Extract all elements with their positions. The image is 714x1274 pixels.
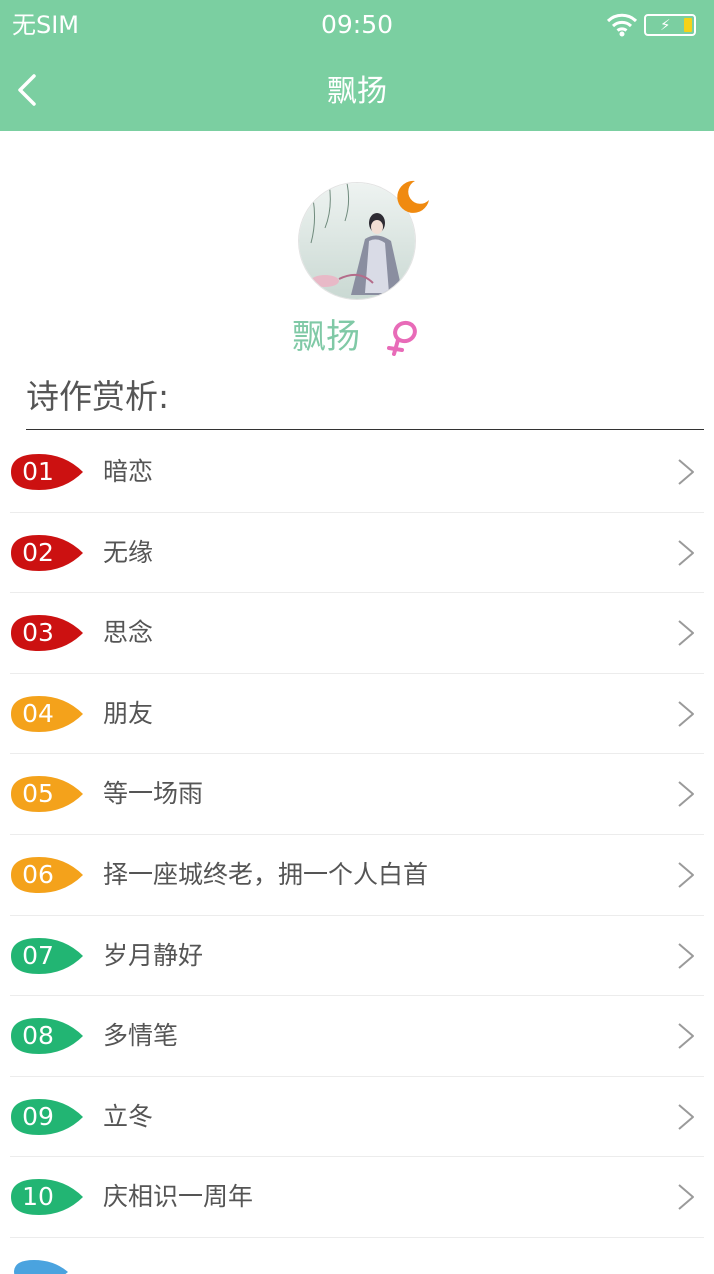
page-title: 飘扬 xyxy=(327,74,387,109)
moon-icon xyxy=(393,178,431,216)
item-number: 09 xyxy=(22,1101,54,1131)
chevron-right-icon xyxy=(676,619,696,647)
female-icon xyxy=(386,318,420,356)
item-title: 等一场雨 xyxy=(103,779,204,809)
item-number: 05 xyxy=(22,779,54,809)
number-badge: 10 xyxy=(9,1177,85,1217)
battery-level xyxy=(684,18,692,32)
list-item[interactable]: 02 无缘 xyxy=(0,513,714,594)
item-number: 01 xyxy=(22,457,54,486)
number-badge: 07 xyxy=(9,936,85,976)
number-badge: 01 xyxy=(9,452,85,492)
number-badge: 02 xyxy=(9,533,85,573)
item-number: 02 xyxy=(22,537,54,567)
chevron-right-icon xyxy=(676,458,696,486)
battery-icon: ⚡ xyxy=(644,14,696,36)
item-title: 暗恋 xyxy=(103,457,154,486)
status-indicators: ⚡ xyxy=(606,12,702,38)
section-divider xyxy=(26,429,704,430)
item-number: 07 xyxy=(22,940,54,970)
list-item[interactable]: 04 朋友 xyxy=(0,674,714,755)
item-title: 择一座城终老，拥一个人白首 xyxy=(103,859,429,889)
header-bar: 无SIM 09:50 ⚡ 飘扬 xyxy=(0,0,714,131)
item-title: 立冬 xyxy=(103,1101,154,1131)
item-number: 08 xyxy=(22,1021,54,1051)
chevron-right-icon xyxy=(676,700,696,728)
section-title: 诗作赏析: xyxy=(26,377,170,416)
chevron-right-icon xyxy=(676,1103,696,1131)
item-title: 思念 xyxy=(103,618,154,648)
row-divider xyxy=(10,1236,704,1238)
item-number: 06 xyxy=(22,859,54,889)
number-badge: 03 xyxy=(9,613,85,653)
chevron-right-icon xyxy=(676,780,696,808)
chevron-right-icon xyxy=(676,539,696,567)
list-item[interactable]: 01 暗恋 xyxy=(0,432,714,513)
poem-list: 01 暗恋 02 无缘 03 思念 04 朋友 05 等一场雨 06 择一座城终老，拥一个人白首 07 岁… xyxy=(0,432,714,1238)
chevron-right-icon xyxy=(676,942,696,970)
item-title: 庆相识一周年 xyxy=(103,1182,254,1212)
list-item[interactable]: 09 立冬 xyxy=(0,1077,714,1158)
charging-bolt-icon: ⚡ xyxy=(660,16,671,34)
item-number: 10 xyxy=(22,1182,54,1212)
chevron-right-icon xyxy=(676,1183,696,1211)
item-title: 多情笔 xyxy=(103,1021,179,1051)
number-badge: 06 xyxy=(9,855,85,895)
chevron-right-icon xyxy=(676,861,696,889)
item-number: 04 xyxy=(22,698,54,728)
item-title: 朋友 xyxy=(103,698,154,728)
number-badge: 04 xyxy=(9,694,85,734)
list-item[interactable]: 06 择一座城终老，拥一个人白首 xyxy=(0,835,714,916)
list-item[interactable]: 05 等一场雨 xyxy=(0,754,714,835)
number-badge: 08 xyxy=(9,1016,85,1056)
number-badge: 05 xyxy=(9,774,85,814)
chevron-right-icon xyxy=(676,1022,696,1050)
list-item[interactable]: 08 多情笔 xyxy=(0,996,714,1077)
list-item[interactable]: 03 思念 xyxy=(0,593,714,674)
item-title: 岁月静好 xyxy=(103,940,204,970)
item-title: 无缘 xyxy=(103,537,154,567)
number-badge: 09 xyxy=(9,1097,85,1137)
profile-name: 飘扬 xyxy=(292,317,360,357)
list-item[interactable]: 07 岁月静好 xyxy=(0,916,714,997)
wifi-icon xyxy=(606,12,638,38)
item-number: 03 xyxy=(22,618,54,648)
list-item[interactable]: 10 庆相识一周年 xyxy=(0,1157,714,1238)
next-item-badge xyxy=(10,1258,70,1274)
